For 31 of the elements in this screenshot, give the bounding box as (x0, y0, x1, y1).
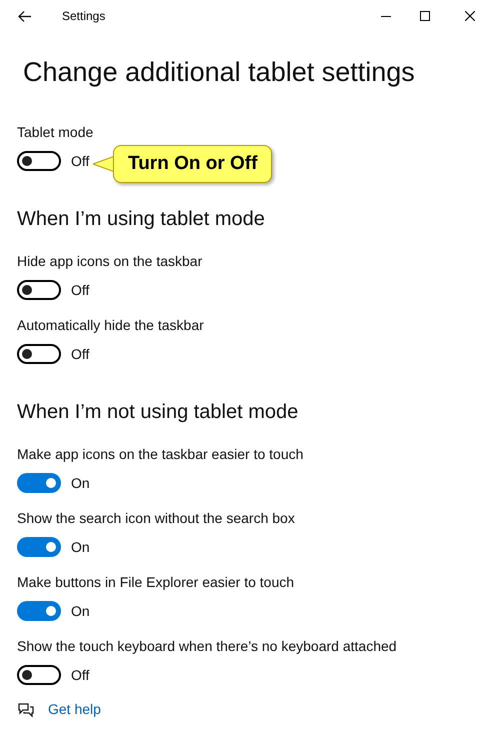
toggle-state: Off (71, 666, 90, 684)
setting-label: Automatically hide the taskbar (17, 316, 205, 335)
toggle-state: Off (71, 152, 90, 170)
toggle-state: Off (71, 280, 90, 300)
window-title: Settings (62, 9, 106, 24)
toggle-switch[interactable] (17, 537, 61, 557)
page-heading: Change additional tablet settings (23, 56, 416, 89)
setting-label: Show the touch keyboard when there’s no keyboard attached (17, 637, 398, 656)
back-icon[interactable] (18, 11, 31, 22)
toggle-state: On (71, 538, 90, 556)
setting-label: Show the search icon without the search box (17, 509, 296, 528)
help-chat-icon (17, 702, 35, 718)
setting-label: Hide app icons on the taskbar (17, 252, 204, 271)
setting-label: Make buttons in File Explorer easier to touch (17, 573, 296, 592)
toggle-state: On (71, 602, 90, 620)
toggle-switch[interactable] (17, 473, 61, 493)
setting-label: Make app icons on the taskbar easier to touch (17, 445, 304, 464)
maximize-icon[interactable] (420, 11, 430, 21)
toggle-state: Off (71, 344, 90, 364)
callout-bubble: Turn On or Off (113, 145, 272, 183)
toggle-switch[interactable] (17, 151, 61, 171)
setting-label: Tablet mode (17, 123, 94, 142)
section-heading: When I’m not using tablet mode (17, 400, 300, 424)
toggle-switch[interactable] (17, 601, 61, 621)
get-help-link[interactable]: Get help (48, 699, 101, 720)
close-icon[interactable] (465, 11, 475, 21)
toggle-switch[interactable] (17, 280, 61, 300)
toggle-state: On (71, 474, 90, 492)
toggle-switch[interactable] (17, 665, 61, 685)
toggle-switch[interactable] (17, 344, 61, 364)
section-heading: When I’m using tablet mode (17, 207, 266, 231)
